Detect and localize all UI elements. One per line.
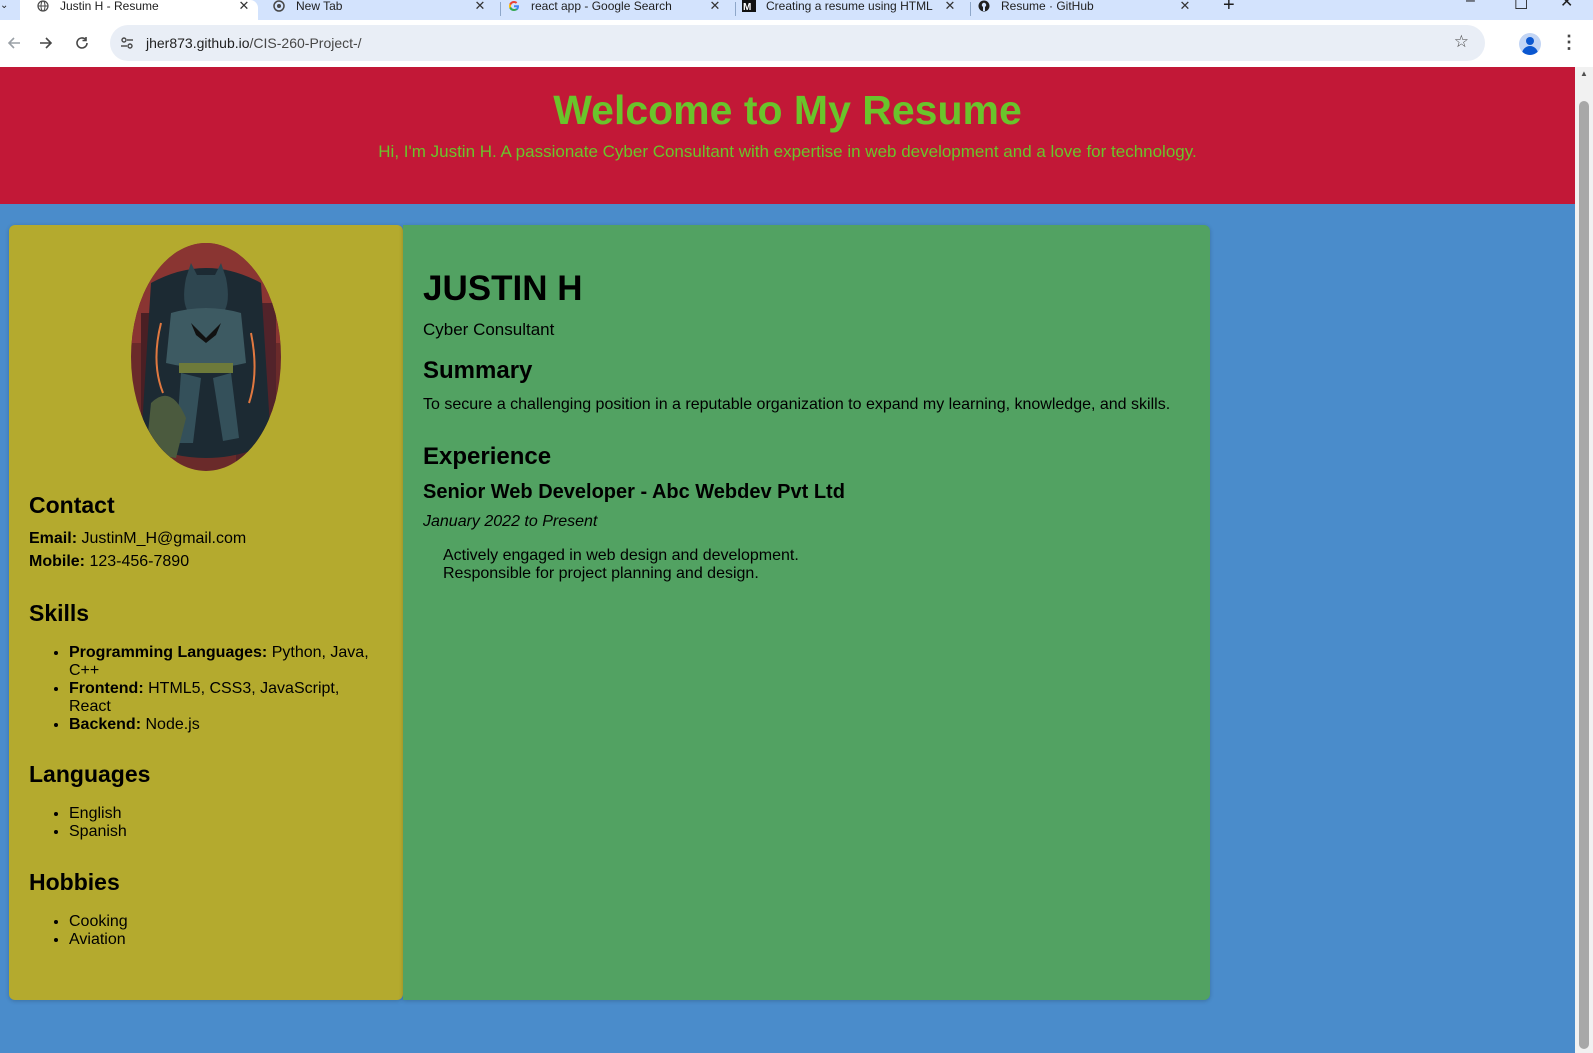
close-tab-icon[interactable]: ✕: [707, 0, 723, 14]
main-content: JUSTIN H Cyber Consultant Summary To sec…: [403, 225, 1210, 1000]
github-icon: [977, 0, 991, 17]
skill-label: Backend:: [69, 716, 142, 733]
scrollbar-thumb[interactable]: [1579, 101, 1589, 1049]
contact-heading: Contact: [29, 492, 115, 518]
profile-avatar-icon[interactable]: [1519, 33, 1541, 55]
google-icon: [507, 1, 521, 17]
globe-icon: [36, 0, 50, 17]
email-value: JustinM_H@gmail.com: [81, 530, 247, 547]
email-label: Email:: [29, 530, 78, 547]
tab-google-search[interactable]: react app - Google Search ✕: [507, 0, 729, 20]
tab-strip: ⌄ Justin H - Resume ✕ New Tab ✕ react ap…: [0, 0, 1593, 20]
list-item: Programming Languages: Python, Java, C++: [69, 644, 374, 680]
minimize-icon[interactable]: –: [1466, 0, 1475, 10]
tab-new-tab[interactable]: New Tab ✕: [272, 0, 494, 20]
close-tab-icon[interactable]: ✕: [1177, 0, 1193, 14]
tab-separator: [735, 2, 736, 16]
job-dates: January 2022 to Present: [423, 513, 598, 530]
sidebar: Contact Email: JustinM_H@gmail.com Mobil…: [9, 225, 403, 1000]
url-path: /CIS-260-Project-/: [249, 35, 362, 51]
skill-label: Programming Languages:: [69, 644, 268, 661]
list-item: Cooking: [69, 913, 349, 931]
skills-heading: Skills: [29, 600, 90, 626]
hero-subtitle: Hi, I'm Justin H. A passionate Cyber Con…: [378, 142, 1197, 161]
languages-heading: Languages: [29, 761, 151, 787]
job-title: Senior Web Developer - Abc Webdev Pvt Lt…: [423, 481, 845, 503]
list-item: English: [69, 805, 349, 823]
responsibility-item: Actively engaged in web design and devel…: [443, 547, 799, 564]
tab-search-chevron-icon[interactable]: ⌄: [0, 0, 10, 14]
kebab-menu-icon[interactable]: ⋮: [1560, 32, 1578, 53]
hero-title: Welcome to My Resume: [553, 87, 1022, 133]
tab-creating-resume[interactable]: M Creating a resume using HTML ✕: [742, 0, 964, 20]
email-line: Email: JustinM_H@gmail.com: [29, 530, 246, 548]
skill-label: Frontend:: [69, 680, 144, 697]
mobile-line: Mobile: 123-456-7890: [29, 553, 189, 571]
url-text[interactable]: jher873.github.io/CIS-260-Project-/: [146, 35, 362, 51]
tab-title: Justin H - Resume: [60, 0, 159, 13]
svg-text:M: M: [743, 2, 751, 12]
skill-value: Node.js: [145, 716, 200, 733]
skills-list: Programming Languages: Python, Java, C++…: [29, 644, 374, 734]
list-item: Spanish: [69, 823, 349, 841]
responsibility-item: Responsible for project planning and des…: [443, 565, 759, 582]
close-window-icon[interactable]: ✕: [1560, 0, 1573, 12]
profile-photo: [131, 243, 281, 471]
hero-header: Welcome to My Resume Hi, I'm Justin H. A…: [0, 67, 1575, 204]
responsibilities: Actively engaged in web design and devel…: [443, 547, 799, 583]
hobbies-list: Cooking Aviation: [29, 913, 349, 949]
back-arrow-icon[interactable]: [0, 29, 28, 57]
tab-resume-github[interactable]: Resume · GitHub ✕: [977, 0, 1199, 20]
close-tab-icon[interactable]: ✕: [942, 0, 958, 14]
url-host: jher873.github.io: [146, 35, 250, 51]
summary-heading: Summary: [423, 357, 533, 384]
summary-text: To secure a challenging position in a re…: [423, 396, 1171, 413]
hobbies-heading: Hobbies: [29, 869, 120, 895]
medium-icon: M: [742, 0, 756, 17]
tab-justin-resume[interactable]: Justin H - Resume ✕: [20, 0, 258, 20]
forward-arrow-icon[interactable]: [32, 29, 60, 57]
tab-separator: [970, 2, 971, 16]
mobile-label: Mobile:: [29, 553, 85, 570]
reload-icon[interactable]: [68, 29, 96, 57]
tab-title: New Tab: [296, 0, 343, 13]
new-tab-plus-icon[interactable]: +: [1223, 0, 1235, 17]
page-viewport: Welcome to My Resume Hi, I'm Justin H. A…: [0, 67, 1575, 1053]
tab-title: Creating a resume using HTML: [766, 0, 933, 13]
resume-role: Cyber Consultant: [423, 320, 555, 339]
scroll-up-arrow-icon[interactable]: ▲: [1580, 69, 1588, 78]
address-bar[interactable]: jher873.github.io/CIS-260-Project-/ ☆: [110, 25, 1485, 61]
tab-title: react app - Google Search: [531, 0, 672, 13]
tab-separator: [500, 2, 501, 16]
list-item: Frontend: HTML5, CSS3, JavaScript, React: [69, 680, 374, 716]
close-tab-icon[interactable]: ✕: [236, 0, 252, 14]
chrome-icon: [272, 0, 286, 17]
list-item: Aviation: [69, 931, 349, 949]
mobile-value: 123-456-7890: [89, 553, 190, 570]
site-info-tune-icon[interactable]: [116, 32, 138, 54]
tab-title: Resume · GitHub: [1001, 0, 1094, 13]
languages-list: English Spanish: [29, 805, 349, 841]
list-item: Backend: Node.js: [69, 716, 374, 734]
page-scrollbar[interactable]: ▲: [1575, 67, 1593, 1053]
browser-toolbar: jher873.github.io/CIS-260-Project-/ ☆ ⋮: [0, 20, 1593, 67]
experience-heading: Experience: [423, 443, 552, 470]
resume-name: JUSTIN H: [423, 269, 583, 308]
bookmark-star-icon[interactable]: ☆: [1454, 32, 1469, 52]
maximize-icon[interactable]: ☐: [1514, 0, 1528, 14]
close-tab-icon[interactable]: ✕: [472, 0, 488, 14]
